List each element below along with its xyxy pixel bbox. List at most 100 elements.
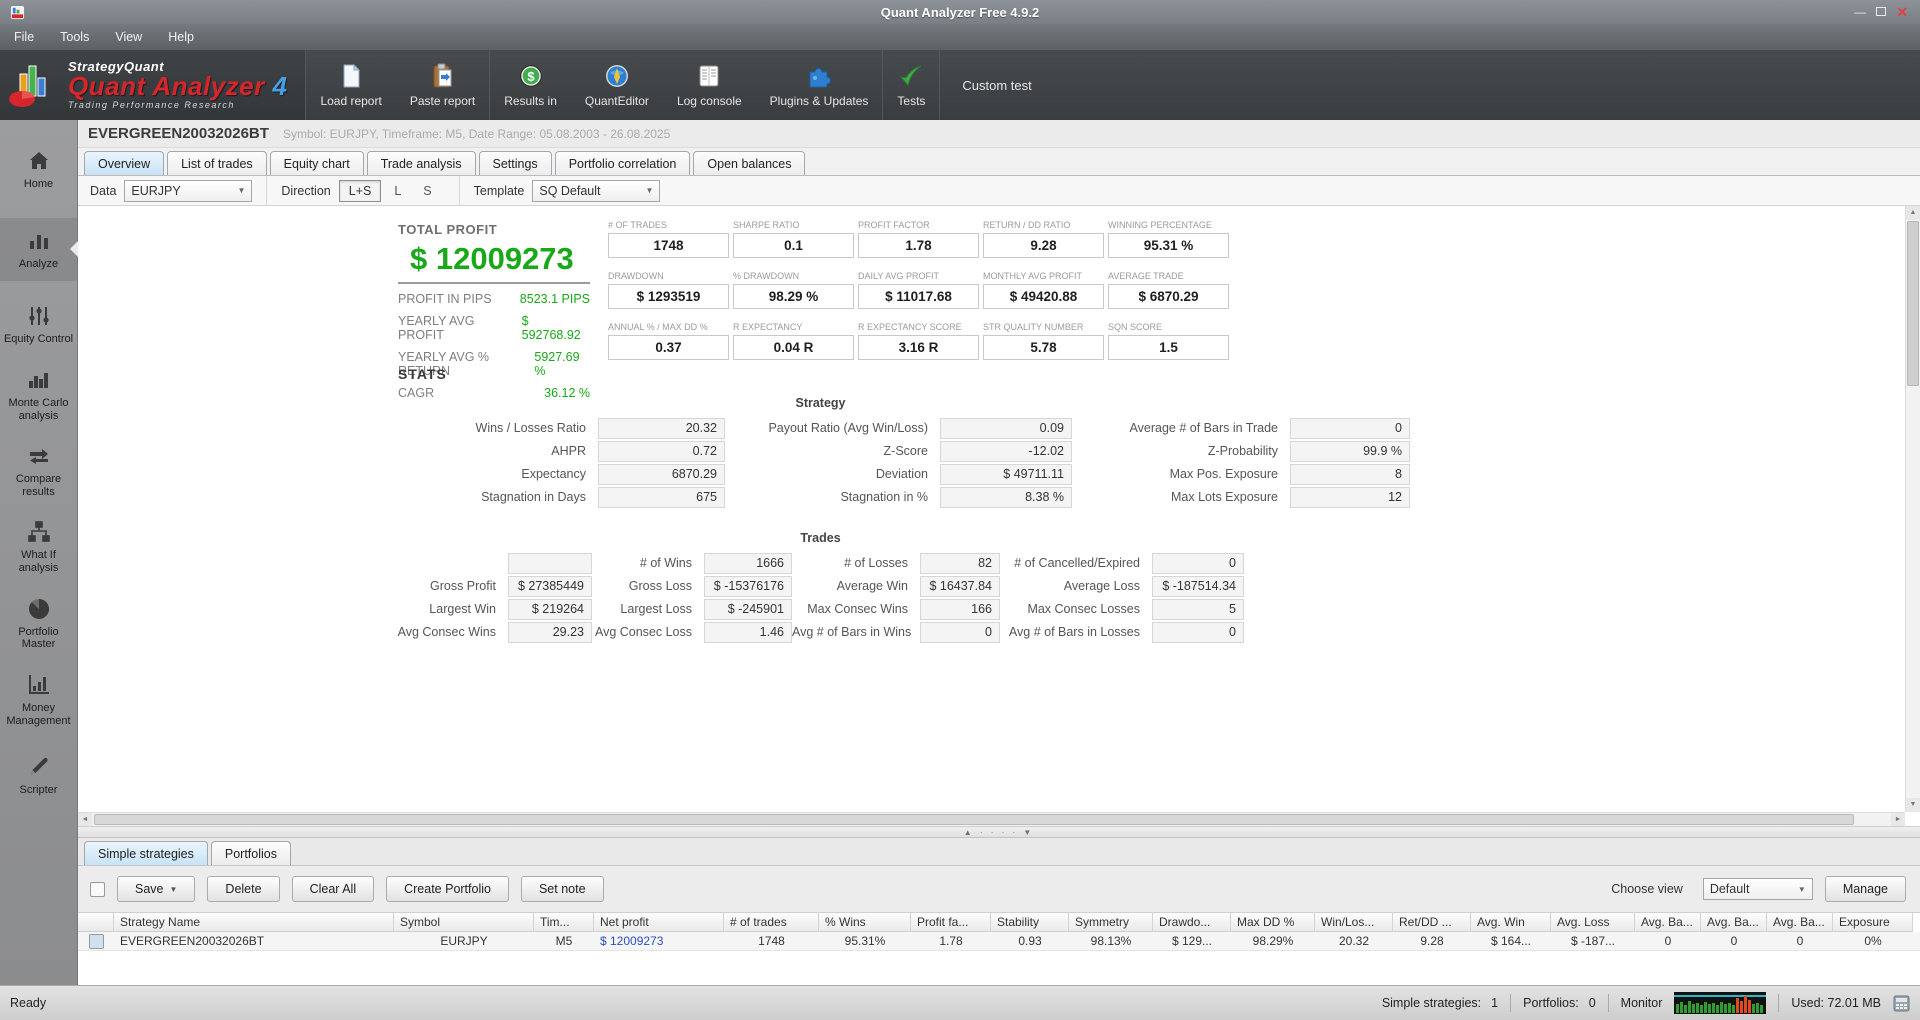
col-avg-bars-3[interactable]: Avg. Ba... <box>1767 913 1833 932</box>
menu-tools[interactable]: Tools <box>60 30 89 44</box>
panel-splitter[interactable]: ▲ · · · · ▼ <box>78 826 1920 838</box>
metric-label: PROFIT FACTOR <box>858 220 979 230</box>
sidebar-item-what-if[interactable]: What If analysis <box>0 509 77 585</box>
horizontal-scroll-thumb[interactable] <box>94 814 1854 825</box>
scroll-up-icon[interactable]: ▲ <box>1906 206 1920 220</box>
tab-portfolios[interactable]: Portfolios <box>211 841 291 865</box>
cell-avg-loss: $ -187... <box>1551 932 1635 950</box>
load-report-button[interactable]: Load report <box>306 50 395 120</box>
chevron-down-icon: ▼ <box>170 885 178 894</box>
metric-cell: PROFIT FACTOR 1.78 <box>858 220 979 258</box>
col-symmetry[interactable]: Symmetry <box>1069 913 1153 932</box>
col-avg-win[interactable]: Avg. Win <box>1471 913 1551 932</box>
col-avg-bars-2[interactable]: Avg. Ba... <box>1701 913 1767 932</box>
table-row[interactable]: EVERGREEN20032026BT EURJPY M5 $ 12009273… <box>78 932 1920 951</box>
sidebar-item-money-management[interactable]: Money Management <box>0 662 77 738</box>
maximize-icon <box>1876 7 1886 16</box>
metric-label: R EXPECTANCY <box>733 322 854 332</box>
col-ret-dd[interactable]: Ret/DD ... <box>1393 913 1471 932</box>
simple-strategies-count-label: Simple strategies: <box>1382 996 1481 1010</box>
filter-separator <box>459 176 460 205</box>
col-num-trades[interactable]: # of trades <box>724 913 819 932</box>
clear-all-button[interactable]: Clear All <box>292 876 375 902</box>
portfolios-count-label: Portfolios: <box>1523 996 1579 1010</box>
save-button[interactable]: Save▼ <box>117 876 195 902</box>
col-drawdown[interactable]: Drawdo... <box>1153 913 1231 932</box>
log-console-button[interactable]: Log console <box>663 50 756 120</box>
portfolios-count-value: 0 <box>1589 996 1596 1010</box>
cell-symmetry: 98.13% <box>1069 932 1153 950</box>
scroll-right-icon[interactable]: ► <box>1891 813 1905 826</box>
dollar-coin-icon: $ <box>518 63 544 89</box>
maximize-button[interactable] <box>1876 6 1886 18</box>
minimize-button[interactable]: — <box>1854 6 1866 18</box>
brand-main-text: Quant Analyzer 4 <box>68 73 287 100</box>
sidebar-item-compare-results[interactable]: Compare results <box>0 433 77 509</box>
metric-value: $ 49420.88 <box>983 284 1104 309</box>
metric-cell: R EXPECTANCY SCORE3.16 R <box>858 322 979 360</box>
col-stability[interactable]: Stability <box>991 913 1069 932</box>
set-note-button[interactable]: Set note <box>521 876 604 902</box>
tab-overview[interactable]: Overview <box>84 151 164 175</box>
data-select[interactable]: EURJPY ▼ <box>124 180 252 202</box>
col-net-profit[interactable]: Net profit <box>594 913 724 932</box>
horizontal-scrollbar[interactable]: ◄ ► <box>78 812 1905 826</box>
col-profit-factor[interactable]: Profit fa... <box>911 913 991 932</box>
delete-button[interactable]: Delete <box>207 876 279 902</box>
custom-test-label[interactable]: Custom test <box>940 50 1053 120</box>
stat-label: Wins / Losses Ratio <box>413 418 598 439</box>
monitor-graph[interactable] <box>1674 992 1766 1014</box>
vertical-scrollbar[interactable]: ▲ ▼ <box>1905 206 1920 812</box>
col-exposure[interactable]: Exposure <box>1833 913 1913 932</box>
quanteditor-button[interactable]: QuantEditor <box>571 50 663 120</box>
col-pct-wins[interactable]: % Wins <box>819 913 911 932</box>
scroll-down-icon[interactable]: ▼ <box>1906 798 1920 812</box>
col-symbol[interactable]: Symbol <box>394 913 534 932</box>
menu-file[interactable]: File <box>14 30 34 44</box>
create-portfolio-button[interactable]: Create Portfolio <box>386 876 509 902</box>
memory-icon[interactable] <box>1893 995 1910 1012</box>
view-select[interactable]: Default ▼ <box>1703 878 1813 900</box>
paste-report-button[interactable]: Paste report <box>396 50 489 120</box>
sidebar-item-equity-control[interactable]: Equity Control <box>0 293 77 357</box>
col-max-dd[interactable]: Max DD % <box>1231 913 1315 932</box>
metric-cell: MONTHLY AVG PROFIT$ 49420.88 <box>983 271 1104 309</box>
tab-simple-strategies[interactable]: Simple strategies <box>84 841 208 865</box>
menu-view[interactable]: View <box>115 30 142 44</box>
tab-settings[interactable]: Settings <box>479 151 552 175</box>
direction-option-long-short[interactable]: L+S <box>339 180 382 202</box>
sidebar-item-monte-carlo[interactable]: Monte Carlo analysis <box>0 357 77 433</box>
col-avg-loss[interactable]: Avg. Loss <box>1551 913 1635 932</box>
close-button[interactable]: ✕ <box>1896 6 1908 18</box>
results-in-button[interactable]: $ Results in <box>490 50 571 120</box>
plugins-updates-button[interactable]: Plugins & Updates <box>756 50 883 120</box>
tab-open-balances[interactable]: Open balances <box>693 151 805 175</box>
direction-option-short[interactable]: S <box>414 181 440 201</box>
stat-value: 6870.29 <box>598 464 725 485</box>
col-strategy-name[interactable]: Strategy Name <box>114 913 394 932</box>
col-avg-bars-1[interactable]: Avg. Ba... <box>1635 913 1701 932</box>
tab-list-of-trades[interactable]: List of trades <box>167 151 267 175</box>
tab-portfolio-correlation[interactable]: Portfolio correlation <box>555 151 691 175</box>
scroll-left-icon[interactable]: ◄ <box>78 813 92 826</box>
row-checkbox[interactable] <box>89 934 104 949</box>
metric-value: 1.78 <box>858 233 979 258</box>
sidebar-item-scripter[interactable]: Scripter <box>0 744 77 808</box>
cell-net-profit: $ 12009273 <box>594 932 724 950</box>
direction-option-long[interactable]: L <box>385 181 410 201</box>
sidebar-item-analyze[interactable]: Analyze <box>0 218 77 282</box>
template-select[interactable]: SQ Default ▼ <box>532 180 660 202</box>
col-win-loss[interactable]: Win/Los... <box>1315 913 1393 932</box>
manage-button[interactable]: Manage <box>1825 876 1906 902</box>
sidebar-item-home[interactable]: Home <box>0 138 77 202</box>
tests-button[interactable]: Tests <box>883 50 939 120</box>
tab-equity-chart[interactable]: Equity chart <box>270 151 364 175</box>
menu-help[interactable]: Help <box>168 30 194 44</box>
sidebar-item-portfolio-master[interactable]: Portfolio Master <box>0 586 77 662</box>
summary-label: PROFIT IN PIPS <box>398 292 492 306</box>
col-timeframe[interactable]: Tim... <box>534 913 594 932</box>
metric-value: 3.16 R <box>858 335 979 360</box>
select-all-checkbox[interactable] <box>90 882 105 897</box>
tab-trade-analysis[interactable]: Trade analysis <box>367 151 476 175</box>
vertical-scroll-thumb[interactable] <box>1907 221 1919 386</box>
